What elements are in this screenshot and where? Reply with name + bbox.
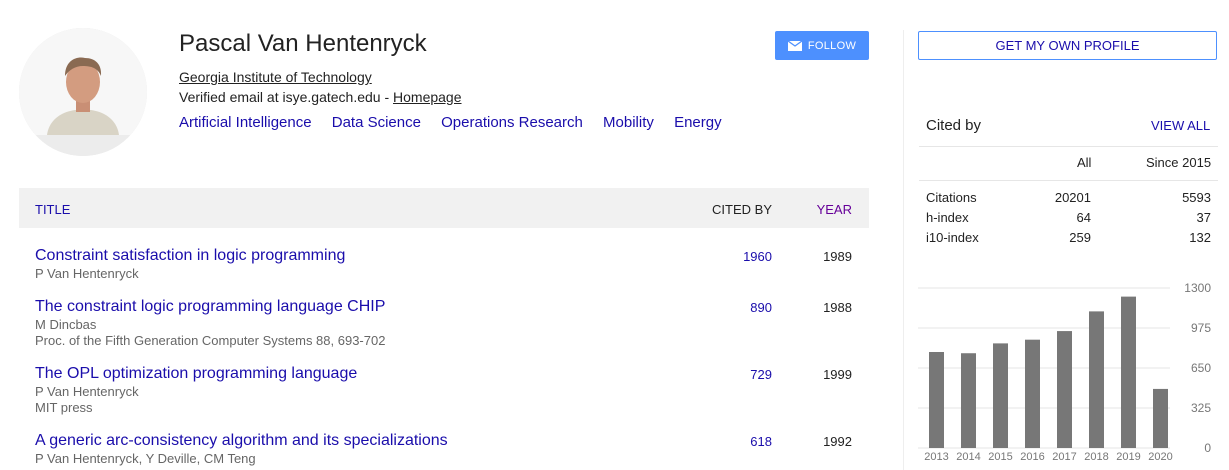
interest-link[interactable]: Artificial Intelligence <box>179 114 312 131</box>
sort-by-cited[interactable]: CITED BY <box>712 202 772 217</box>
interest-link[interactable]: Mobility <box>603 114 654 131</box>
interest-link[interactable]: Energy <box>674 114 722 131</box>
articles-table-header: TITLE CITED BY YEAR <box>19 188 869 228</box>
article-title-link[interactable]: Constraint satisfaction in logic program… <box>35 247 345 265</box>
x-tick-label: 2016 <box>1020 451 1044 463</box>
article-authors: P Van Hentenryck, Y Deville, CM Teng <box>35 451 256 466</box>
x-tick-label: 2020 <box>1148 451 1172 463</box>
stat-all: 20201 <box>1054 190 1091 205</box>
y-tick-label: 1300 <box>1184 281 1211 295</box>
citation-bar[interactable] <box>1089 311 1104 448</box>
cited-by-title: Cited by <box>926 117 982 134</box>
stat-all: 259 <box>1069 230 1091 245</box>
interests-list: Artificial Intelligence Data Science Ope… <box>179 114 738 131</box>
stat-all: 64 <box>1076 210 1091 225</box>
citation-bar[interactable] <box>1057 331 1072 448</box>
interest-link[interactable]: Operations Research <box>441 114 583 131</box>
stat-label: i10-index <box>926 230 979 245</box>
follow-label: FOLLOW <box>807 39 857 52</box>
stat-since: 132 <box>1189 230 1211 245</box>
y-tick-label: 325 <box>1191 401 1211 415</box>
citation-bar[interactable] <box>1153 388 1168 448</box>
cited-by-link[interactable]: 618 <box>750 434 772 449</box>
divider <box>919 146 1218 147</box>
article-venue: Proc. of the Fifth Generation Computer S… <box>35 333 386 348</box>
y-tick-label: 0 <box>1204 441 1211 455</box>
article-title-link[interactable]: The OPL optimization programming languag… <box>35 365 357 383</box>
y-tick-label: 650 <box>1191 361 1211 375</box>
email-text: Verified email at isye.gatech.edu - <box>179 89 394 105</box>
avatar[interactable] <box>19 28 147 156</box>
article-year: 1989 <box>823 249 852 264</box>
sidebar-divider <box>903 30 904 470</box>
cited-by-link[interactable]: 890 <box>750 300 772 315</box>
homepage-link[interactable]: Homepage <box>393 89 462 105</box>
article-authors: P Van Hentenryck <box>35 384 139 399</box>
article-authors: M Dincbas <box>35 317 97 332</box>
citation-bar[interactable] <box>1025 339 1040 448</box>
sort-by-year[interactable]: YEAR <box>817 202 852 217</box>
citation-bar[interactable] <box>961 353 976 448</box>
stat-since: 37 <box>1196 210 1211 225</box>
x-tick-label: 2015 <box>988 451 1012 463</box>
profile-name: Pascal Van Hentenryck <box>179 30 427 57</box>
article-title-link[interactable]: The constraint logic programming languag… <box>35 298 385 316</box>
x-tick-label: 2013 <box>924 451 948 463</box>
x-tick-label: 2019 <box>1116 451 1140 463</box>
get-own-profile-button[interactable]: GET MY OWN PROFILE <box>918 31 1217 60</box>
divider <box>919 180 1218 181</box>
citation-bar[interactable] <box>993 343 1008 448</box>
follow-button[interactable]: FOLLOW <box>775 31 869 60</box>
x-tick-label: 2018 <box>1084 451 1108 463</box>
stat-label: h-index <box>926 210 969 225</box>
profile-photo <box>19 28 147 156</box>
sort-by-title[interactable]: TITLE <box>35 202 70 217</box>
article-year: 1988 <box>823 300 852 315</box>
citation-bar[interactable] <box>1121 296 1136 448</box>
x-tick-label: 2014 <box>956 451 980 463</box>
view-all-link[interactable]: VIEW ALL <box>1151 118 1210 133</box>
citations-chart: 1300 975 650 325 0 2013 2014 2015 2016 2017 2018 20… <box>918 281 1211 463</box>
article-authors: P Van Hentenryck <box>35 266 139 281</box>
article-venue: MIT press <box>35 400 93 415</box>
article-title-link[interactable]: A generic arc-consistency algorithm and … <box>35 432 448 450</box>
stat-since: 5593 <box>1182 190 1211 205</box>
stat-label: Citations <box>926 190 977 205</box>
cited-by-link[interactable]: 729 <box>750 367 772 382</box>
interest-link[interactable]: Data Science <box>332 114 421 131</box>
col-all-header: All <box>1077 155 1092 170</box>
article-year: 1992 <box>823 434 852 449</box>
citation-bar[interactable] <box>929 352 944 448</box>
y-tick-label: 975 <box>1191 321 1211 335</box>
article-year: 1999 <box>823 367 852 382</box>
cited-by-link[interactable]: 1960 <box>743 249 772 264</box>
col-since-header: Since 2015 <box>1146 155 1212 170</box>
x-tick-label: 2017 <box>1052 451 1076 463</box>
affiliation-link[interactable]: Georgia Institute of Technology <box>179 69 372 85</box>
email-line: Verified email at isye.gatech.edu - Home… <box>179 89 462 105</box>
mail-icon <box>787 40 802 51</box>
